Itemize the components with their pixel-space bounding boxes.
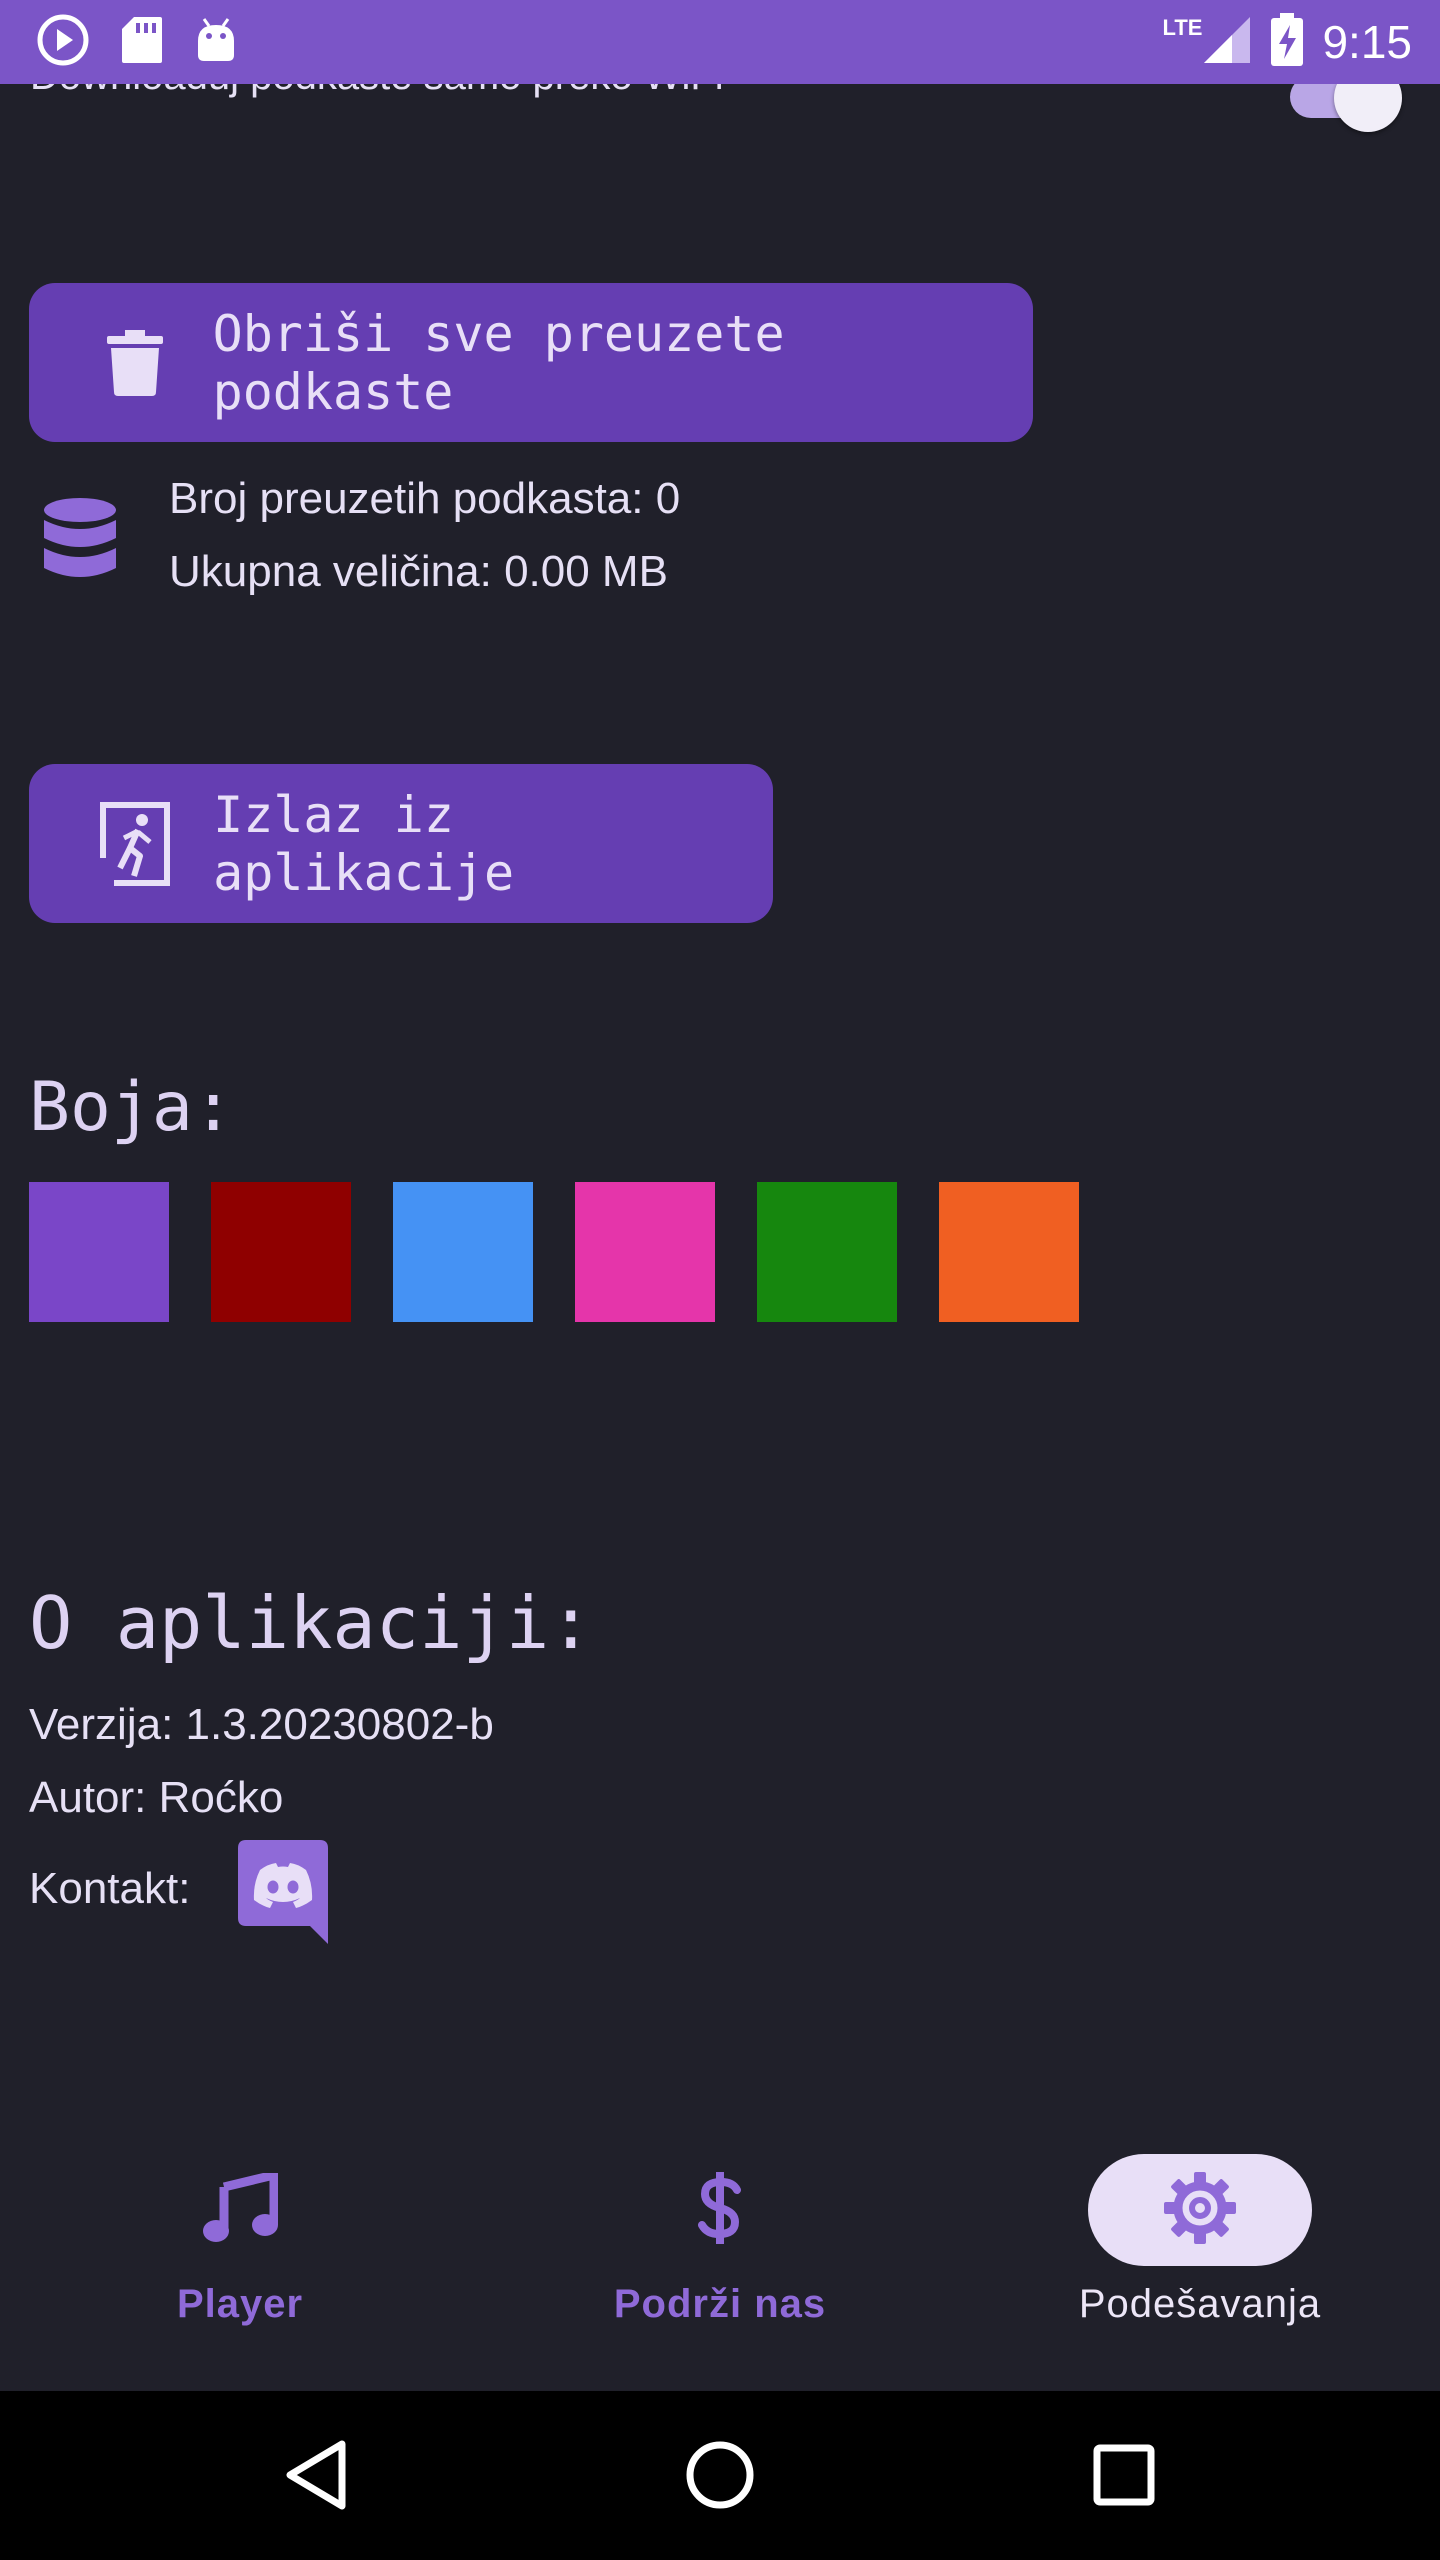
total-size: Ukupna veličina: 0.00 MB	[169, 547, 668, 596]
delete-podcasts-button[interactable]: Obriši sve preuzete podkaste	[29, 283, 1033, 442]
color-section-title: Boja:	[29, 1068, 234, 1147]
version-text: Verzija: 1.3.20230802-b	[29, 1700, 494, 1749]
gear-icon	[1162, 2170, 1238, 2251]
settings-content: Downloaduj podkaste samo preko WiFi Obri…	[0, 84, 1440, 2390]
nav-support-indicator	[608, 2154, 832, 2266]
nav-player[interactable]: Player	[80, 2122, 400, 2390]
back-triangle-icon	[284, 2440, 348, 2515]
exit-app-button[interactable]: Izlaz iz aplikacije	[29, 764, 773, 923]
color-swatch-pink[interactable]	[575, 1182, 715, 1322]
play-notification-icon	[36, 13, 90, 72]
nav-player-indicator	[128, 2154, 352, 2266]
contact-label: Kontakt:	[29, 1864, 191, 1913]
home-button[interactable]	[670, 2427, 770, 2527]
bottom-navigation: Player Podrži nas Podešavanja	[0, 2122, 1440, 2390]
system-navigation-bar	[0, 2391, 1440, 2560]
sd-card-icon	[120, 15, 164, 70]
nav-settings[interactable]: Podešavanja	[1040, 2122, 1360, 2390]
toggle-thumb	[1334, 84, 1402, 132]
battery-charging-icon	[1270, 12, 1304, 72]
android-icon	[194, 17, 238, 68]
trash-icon	[91, 318, 179, 408]
wifi-only-toggle[interactable]	[1290, 84, 1402, 132]
color-swatch-blue[interactable]	[393, 1182, 533, 1322]
recents-square-icon	[1093, 2444, 1155, 2511]
clock: 9:15	[1322, 16, 1412, 68]
wifi-only-label: Downloaduj podkaste samo preko WiFi	[30, 84, 724, 99]
downloaded-count: Broj preuzetih podkasta: 0	[169, 474, 681, 523]
color-swatches	[29, 1182, 1079, 1322]
back-button[interactable]	[266, 2427, 366, 2527]
color-swatch-red[interactable]	[211, 1182, 351, 1322]
download-stats: Broj preuzetih podkasta: 0 Ukupna veliči…	[30, 474, 930, 614]
author-text: Autor: Roćko	[29, 1773, 284, 1822]
nav-support-label: Podrži nas	[613, 2282, 827, 2326]
nav-player-label: Player	[176, 2282, 304, 2326]
dollar-icon	[697, 2171, 743, 2249]
exit-app-label: Izlaz iz aplikacije	[213, 785, 515, 902]
discord-icon[interactable]	[238, 1840, 328, 1944]
database-icon	[42, 498, 118, 587]
home-circle-icon	[685, 2440, 755, 2515]
color-swatch-purple[interactable]	[29, 1182, 169, 1322]
color-swatch-orange[interactable]	[939, 1182, 1079, 1322]
color-swatch-green[interactable]	[757, 1182, 897, 1322]
delete-podcasts-label: Obriši sve preuzete podkaste	[212, 304, 785, 421]
wifi-only-setting: Downloaduj podkaste samo preko WiFi	[30, 84, 1410, 132]
recents-button[interactable]	[1074, 2427, 1174, 2527]
exit-door-icon	[91, 799, 179, 889]
signal-icon	[1202, 15, 1252, 70]
nav-settings-indicator	[1088, 2154, 1312, 2266]
nav-settings-label: Podešavanja	[1078, 2282, 1322, 2326]
nav-support[interactable]: Podrži nas	[560, 2122, 880, 2390]
about-section-title: O aplikaciji:	[29, 1581, 593, 1665]
network-type: LTE	[1162, 15, 1203, 40]
music-note-icon	[202, 2168, 279, 2248]
status-bar: LTE 9:15	[0, 0, 1440, 84]
